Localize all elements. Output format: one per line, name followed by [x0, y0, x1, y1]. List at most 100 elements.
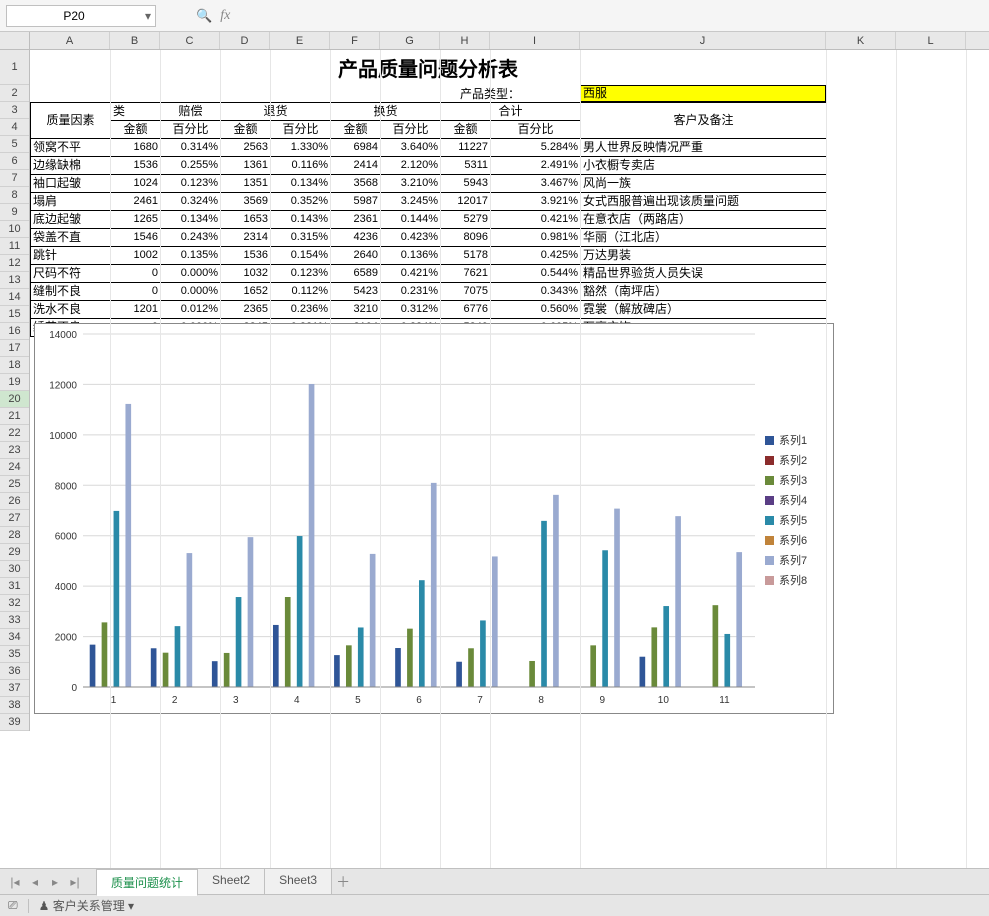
cell-p2[interactable]: 0.143% [271, 211, 331, 229]
col-header[interactable]: H [440, 32, 490, 49]
cell-p3[interactable]: 0.421% [381, 265, 441, 283]
legend-swatch[interactable] [765, 556, 774, 565]
bar[interactable] [151, 648, 157, 687]
cell-p1[interactable]: 0.134% [161, 211, 221, 229]
cell-a3[interactable]: 2640 [331, 247, 381, 265]
bar[interactable] [713, 605, 719, 687]
legend-label[interactable]: 系列4 [779, 493, 807, 507]
row-header[interactable]: 34 [0, 629, 29, 646]
cell-p4[interactable]: 0.981% [491, 229, 581, 247]
bar[interactable] [456, 662, 462, 687]
bar[interactable] [651, 627, 657, 687]
cell-a3[interactable]: 5423 [331, 283, 381, 301]
cell-remark[interactable]: 女式西服普遍出现该质量问题 [581, 193, 827, 211]
bar[interactable] [640, 657, 646, 687]
row-header[interactable]: 16 [0, 323, 29, 340]
cell-a3[interactable]: 6984 [331, 139, 381, 157]
cell-p1[interactable]: 0.135% [161, 247, 221, 265]
cells-canvas[interactable]: 产品质量问题分析表 产品类型： 西服 质量因素类赔偿退货换货合计客户及备注金额百… [30, 50, 989, 868]
row-header[interactable]: 39 [0, 714, 29, 731]
table-row[interactable]: 洗水不良12010.012%23650.236%32100.312%67760.… [31, 301, 827, 319]
cell-a2[interactable]: 1536 [221, 247, 271, 265]
bar[interactable] [553, 495, 559, 687]
cell-a2[interactable]: 1653 [221, 211, 271, 229]
cell-remark[interactable]: 豁然（南坪店） [581, 283, 827, 301]
row-header[interactable]: 17 [0, 340, 29, 357]
cell-a4[interactable]: 7075 [441, 283, 491, 301]
cell-p4[interactable]: 2.491% [491, 157, 581, 175]
cell-a2[interactable]: 2365 [221, 301, 271, 319]
cell-a3[interactable]: 5987 [331, 193, 381, 211]
legend-swatch[interactable] [765, 576, 774, 585]
product-type-value[interactable]: 西服 [580, 85, 826, 102]
cell-p1[interactable]: 0.000% [161, 265, 221, 283]
legend-label[interactable]: 系列8 [779, 573, 807, 587]
bar[interactable] [334, 655, 340, 687]
cell-a3[interactable]: 2361 [331, 211, 381, 229]
row-header[interactable]: 6 [0, 153, 29, 170]
legend-label[interactable]: 系列3 [779, 473, 807, 487]
row-header[interactable]: 20 [0, 391, 29, 408]
col-header[interactable]: D [220, 32, 270, 49]
legend-swatch[interactable] [765, 476, 774, 485]
cell-factor[interactable]: 缝制不良 [31, 283, 111, 301]
bar[interactable] [468, 648, 474, 687]
table-row[interactable]: 底边起皱12650.134%16530.143%23610.144%52790.… [31, 211, 827, 229]
tab-nav-last-icon[interactable]: ▸| [66, 873, 84, 891]
legend-swatch[interactable] [765, 496, 774, 505]
cell-p4[interactable]: 0.544% [491, 265, 581, 283]
bar[interactable] [297, 536, 303, 687]
tab-nav-next-icon[interactable]: ▸ [46, 873, 64, 891]
cell-p2[interactable]: 0.123% [271, 265, 331, 283]
row-header[interactable]: 7 [0, 170, 29, 187]
sheet-tab[interactable]: Sheet2 [197, 868, 265, 895]
cell-p4[interactable]: 5.284% [491, 139, 581, 157]
cell-p4[interactable]: 0.560% [491, 301, 581, 319]
cell-p3[interactable]: 0.423% [381, 229, 441, 247]
bar[interactable] [419, 580, 425, 687]
cell-remark[interactable]: 霓裳（解放碑店） [581, 301, 827, 319]
bar[interactable] [102, 622, 108, 687]
row-header[interactable]: 18 [0, 357, 29, 374]
legend-label[interactable]: 系列1 [779, 433, 807, 447]
legend-swatch[interactable] [765, 536, 774, 545]
cell-a1[interactable]: 2461 [111, 193, 161, 211]
worksheet-area[interactable]: ABCDEFGHIJKL 123456789101112131415161718… [0, 32, 989, 868]
bar[interactable] [602, 550, 608, 687]
cell-a4[interactable]: 6776 [441, 301, 491, 319]
bar[interactable] [480, 620, 486, 687]
cell-p3[interactable]: 3.210% [381, 175, 441, 193]
cell-factor[interactable]: 袋盖不直 [31, 229, 111, 247]
bar[interactable] [285, 597, 291, 687]
cell-a4[interactable]: 5279 [441, 211, 491, 229]
cell-a1[interactable]: 1265 [111, 211, 161, 229]
add-sheet-button[interactable]: ＋ [331, 872, 355, 892]
bar[interactable] [273, 625, 279, 687]
cell-p3[interactable]: 2.120% [381, 157, 441, 175]
cell-p3[interactable]: 0.312% [381, 301, 441, 319]
sheet-tab[interactable]: Sheet3 [264, 868, 332, 895]
table-row[interactable]: 袋盖不直15460.243%23140.315%42360.423%80960.… [31, 229, 827, 247]
cell-p2[interactable]: 0.236% [271, 301, 331, 319]
formula-input-zone[interactable]: 🔍 fx [196, 8, 230, 24]
table-row[interactable]: 袖口起皱10240.123%13510.134%35683.210%59433.… [31, 175, 827, 193]
cell-factor[interactable]: 底边起皱 [31, 211, 111, 229]
cell-a1[interactable]: 1201 [111, 301, 161, 319]
row-header[interactable]: 27 [0, 510, 29, 527]
col-header[interactable]: B [110, 32, 160, 49]
cell-a1[interactable]: 1024 [111, 175, 161, 193]
bar[interactable] [212, 661, 218, 687]
bar[interactable] [125, 404, 131, 687]
cell-a4[interactable]: 5311 [441, 157, 491, 175]
row-header[interactable]: 25 [0, 476, 29, 493]
cell-factor[interactable]: 领窝不平 [31, 139, 111, 157]
cell-p1[interactable]: 0.324% [161, 193, 221, 211]
cell-p3[interactable]: 0.144% [381, 211, 441, 229]
cell-a4[interactable]: 5943 [441, 175, 491, 193]
row-header[interactable]: 5 [0, 136, 29, 153]
cell-factor[interactable]: 跳针 [31, 247, 111, 265]
bar[interactable] [541, 521, 547, 687]
cell-a4[interactable]: 5178 [441, 247, 491, 265]
legend-label[interactable]: 系列7 [779, 553, 807, 567]
row-header[interactable]: 4 [0, 119, 29, 136]
